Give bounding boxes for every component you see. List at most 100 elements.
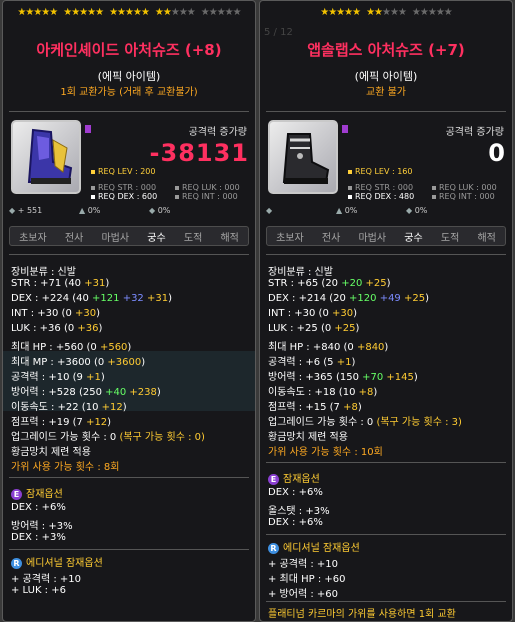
star-icon: ★: [320, 7, 329, 18]
req-str: REQ STR : 000: [348, 183, 413, 192]
potential-title: 잠재옵션: [26, 489, 63, 500]
stat-segment: ): [122, 402, 127, 413]
stat-segment: +30: [75, 308, 97, 319]
arcane-shoes-icon: [27, 128, 73, 184]
stat-segment: DEX : +214 (20: [268, 293, 350, 304]
trade-info: 교환 불가: [366, 87, 406, 98]
bullet-icon: [348, 194, 352, 199]
stat-line: 황금망치 제련 적용: [268, 428, 348, 443]
bullet-icon: [348, 185, 352, 190]
divider: [9, 254, 249, 255]
additional-potential-line: + 최대 HP : +60: [268, 574, 346, 585]
stat-segment: 황금망치 제련 적용: [11, 447, 91, 458]
potential-line: DEX : +6%: [11, 502, 66, 513]
stat-segment: (복구 가능 횟수 : 0): [119, 432, 205, 443]
star-icon: ★: [63, 7, 72, 18]
stat-segment: ): [384, 342, 389, 353]
star-icon: ★: [140, 7, 150, 18]
stat-segment: (복구 가능 횟수 : 3): [376, 417, 462, 428]
job-0: 초보자: [276, 232, 304, 244]
stat-segment: ): [413, 372, 418, 383]
stat-segment: +3600: [107, 357, 142, 368]
stat-segment: STR : +65 (20: [268, 278, 342, 289]
star-icon: ★: [125, 7, 134, 18]
stat-segment: 가위 사용 가능 횟수 : 8회: [11, 462, 120, 473]
star-icon: ★: [389, 7, 399, 18]
potential-header: E 잠재옵션: [11, 485, 63, 500]
star-icon: ★: [382, 7, 391, 18]
stat-segment: 공격력 : +10 (9: [11, 372, 87, 383]
item-rank: (에픽 아이템): [97, 70, 161, 83]
req-dex: REQ DEX : 480: [348, 192, 414, 201]
star-icon: ★: [132, 7, 142, 18]
star-icon: ★: [186, 7, 196, 18]
stat-segment: ): [351, 357, 356, 368]
sub-stat-3: ◆ 0%: [406, 206, 427, 215]
potential-line: DEX : +6%: [268, 517, 323, 528]
req-luk: REQ LUK : 000: [432, 183, 497, 192]
stat-segment: 최대 HP : +840 (0: [268, 342, 357, 353]
stat-segment: LUK : +25 (0: [268, 323, 335, 334]
potential-line: DEX : +3%: [11, 532, 66, 543]
star-icon: ★: [162, 7, 172, 18]
req-dex: REQ DEX : 600: [91, 192, 157, 201]
sub-stat-1: ◆ + 551: [9, 206, 42, 215]
star-icon: ★: [178, 7, 188, 18]
additional-potential-line: + 방어력 : +60: [268, 589, 338, 600]
job-3: 궁수: [147, 232, 166, 244]
req-level: REQ LEV : 200: [91, 167, 156, 176]
job-1: 전사: [321, 232, 341, 244]
sub-stat-3: ◆ 0%: [149, 206, 170, 215]
stat-line: INT : +30 (0 +30): [11, 308, 100, 319]
stat-line: 공격력 : +6 (5 +1): [268, 353, 355, 368]
star-icon: ★: [336, 7, 345, 18]
stat-segment: 업그레이드 가능 횟수 : 0: [268, 417, 377, 428]
star-force-row: ★★★★★ ★★★★★ ★★★★★ ★★★★★ ★★★★★: [3, 7, 255, 18]
stat-segment: +30: [332, 308, 354, 319]
sub-stat-2: ▲ 0%: [79, 206, 100, 215]
star-icon: ★: [154, 7, 164, 18]
attack-increase-value: -38131: [149, 139, 249, 167]
stat-line: 이동속도 : +18 (10 +8): [268, 383, 377, 398]
job-bar: 초보자 전사 마법사 궁수 도적 해적: [266, 226, 506, 246]
attack-increase-value: 0: [488, 139, 506, 167]
sub-stat-value: 0%: [155, 206, 171, 215]
stat-segment: +560: [99, 342, 128, 353]
bullet-icon: [91, 185, 95, 190]
req-luk: REQ LUK : 000: [175, 183, 240, 192]
divider: [266, 534, 506, 535]
stat-segment: +120: [349, 293, 377, 304]
bullet-icon: [432, 185, 436, 190]
star-icon: ★: [443, 7, 453, 18]
job-3: 궁수: [404, 232, 423, 244]
potential-title: 잠재옵션: [283, 474, 320, 485]
req-int: REQ INT : 000: [175, 192, 238, 201]
stat-segment: +70: [362, 372, 384, 383]
stat-segment: +36: [77, 323, 99, 334]
star-icon: ★: [224, 7, 234, 18]
rare-grade-icon: R: [11, 557, 22, 569]
background-page-indicator: 5 / 12: [264, 27, 293, 38]
star-icon: ★: [352, 7, 361, 18]
job-0: 초보자: [19, 232, 47, 244]
star-icon: ★: [435, 7, 445, 18]
item-icon: [11, 120, 81, 194]
stat-segment: +1: [336, 357, 352, 368]
stat-line: 점프력 : +15 (7 +8): [268, 398, 362, 413]
sub-stat-value: 0%: [412, 206, 428, 215]
stat-segment: 최대 HP : +560 (0: [11, 342, 100, 353]
divider: [9, 111, 249, 112]
stat-line: 업그레이드 가능 횟수 : 0 (복구 가능 횟수 : 0): [11, 428, 205, 443]
stat-segment: +40: [105, 387, 127, 398]
trade-info: 1회 교환가능 (거래 후 교환불가): [60, 87, 198, 98]
stat-line: 방어력 : +528 (250 +40 +238): [11, 383, 161, 398]
bullet-icon: [91, 169, 95, 174]
stat-segment: 점프력 : +15 (7: [268, 402, 344, 413]
stat-segment: +20: [341, 278, 363, 289]
stat-segment: ): [386, 278, 391, 289]
additional-potential-title: 에디셔널 잠재옵션: [283, 543, 360, 554]
bullet-icon: [175, 194, 179, 199]
divider: [266, 254, 506, 255]
stat-segment: 최대 MP : +3600 (0: [11, 357, 108, 368]
grade-flag-icon: [342, 125, 348, 133]
